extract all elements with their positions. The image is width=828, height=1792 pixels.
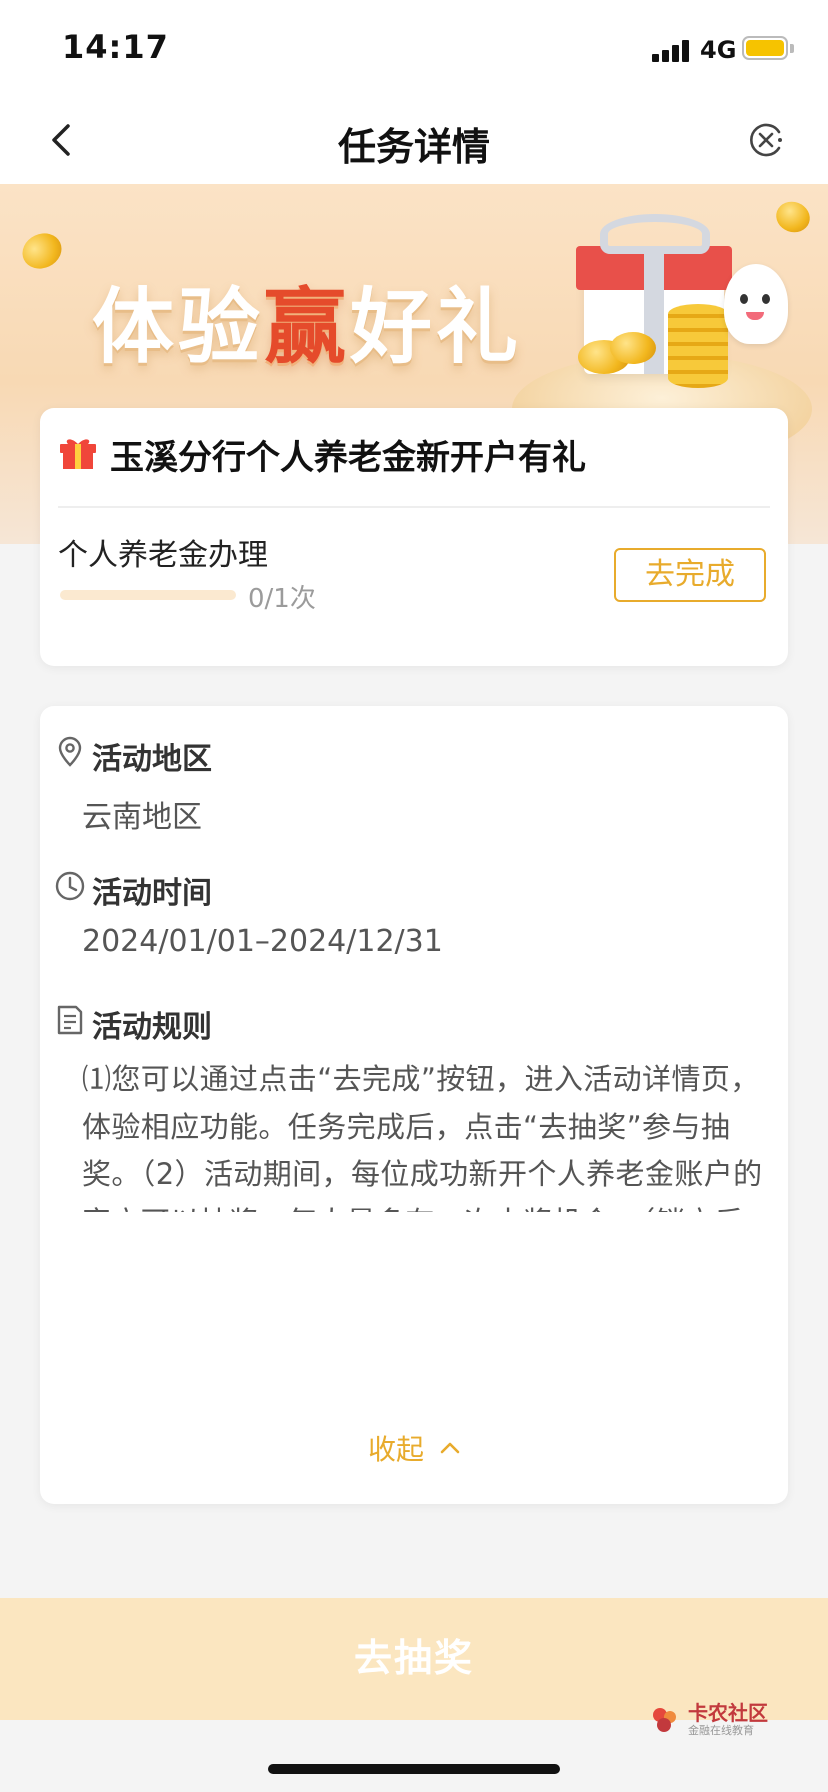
signal-icon <box>652 38 692 62</box>
watermark: 卡农社区 金融在线教育 <box>650 1702 768 1738</box>
battery-icon <box>742 36 788 60</box>
banner-title: 体验赢好礼 <box>92 280 523 375</box>
clock-icon <box>55 871 85 901</box>
watermark-logo-icon <box>653 1708 676 1732</box>
task-name: 个人养老金办理 <box>58 538 268 573</box>
task-progress-bar <box>60 590 236 600</box>
document-icon <box>57 1005 83 1035</box>
location-pin-icon <box>58 736 82 767</box>
divider <box>58 506 770 508</box>
go-complete-button[interactable]: 去完成 <box>614 548 766 602</box>
task-progress-text: 0/1次 <box>248 584 316 614</box>
page-title: 任务详情 <box>337 125 490 169</box>
region-value: 云南地区 <box>82 800 202 835</box>
watermark-sub-text: 金融在线教育 <box>688 1724 754 1737</box>
gift-icon <box>60 439 96 469</box>
coin-stack-graphic <box>668 304 728 388</box>
time-title: 活动时间 <box>92 876 212 911</box>
status-bar: 14:17 4G <box>0 0 828 96</box>
collapse-label: 收起 <box>367 1433 424 1466</box>
watermark-main-text: 卡农社区 <box>688 1701 768 1725</box>
close-circle-icon[interactable] <box>746 120 786 160</box>
task-card: 玉溪分行个人养老金新开户有礼 个人养老金办理 0/1次 去完成 <box>40 408 788 666</box>
mascot-graphic <box>724 264 788 344</box>
activity-info-card: 活动地区 云南地区 活动时间 2024/01/01–2024/12/31 活动规… <box>40 706 788 1504</box>
collapse-button[interactable]: 收起 <box>40 1428 788 1468</box>
coin-icon <box>771 197 815 237</box>
chevron-up-icon <box>440 1442 460 1454</box>
network-type: 4G <box>700 36 737 64</box>
time-value: 2024/01/01–2024/12/31 <box>82 924 443 959</box>
home-indicator <box>268 1764 560 1774</box>
nav-bar: 任务详情 <box>0 96 828 184</box>
region-title: 活动地区 <box>92 742 212 777</box>
task-card-title: 玉溪分行个人养老金新开户有礼 <box>110 438 586 478</box>
status-time: 14:17 <box>62 28 169 66</box>
rules-text: ⑴您可以通过点击“去完成”按钮，进入活动详情页，体验相应功能。任务完成后，点击“… <box>82 1062 763 1212</box>
rules-title: 活动规则 <box>92 1010 212 1045</box>
coin-icon <box>16 227 68 275</box>
